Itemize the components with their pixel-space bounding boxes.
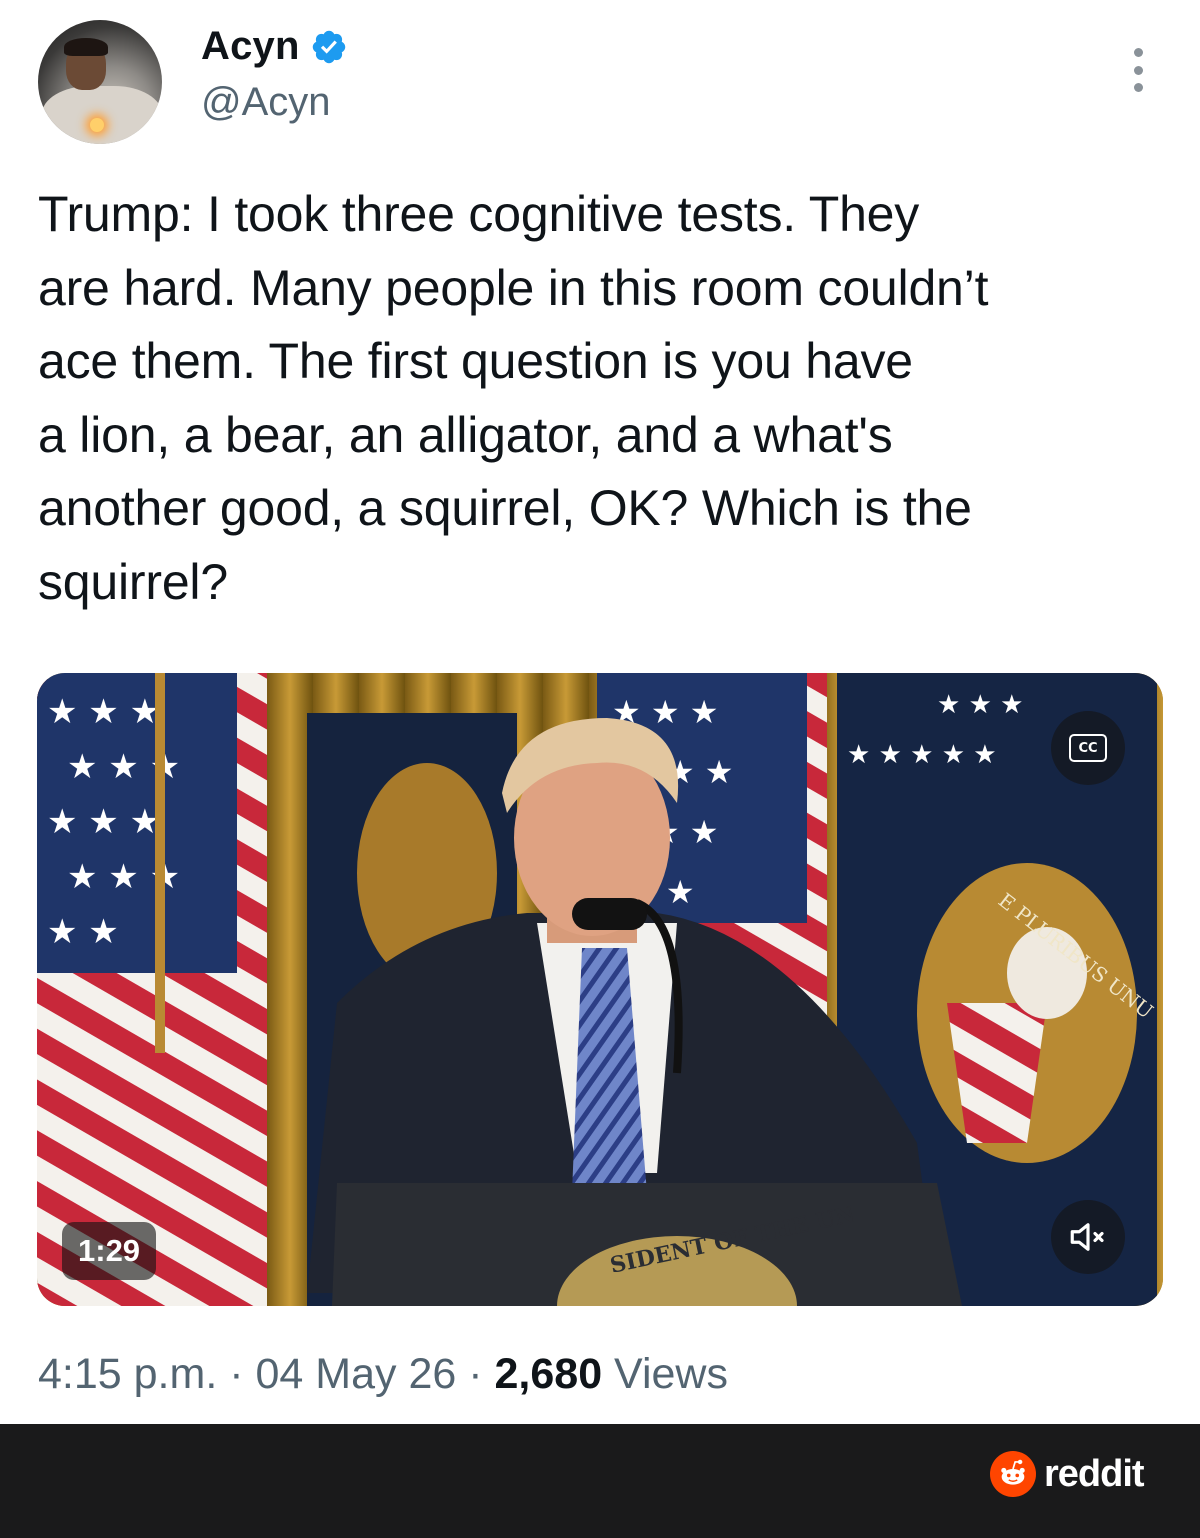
svg-text:★ ★ ★ ★ ★: ★ ★ ★ ★ ★ bbox=[847, 740, 997, 770]
verified-badge-icon bbox=[312, 30, 345, 63]
avatar-body bbox=[42, 86, 162, 144]
tweet-text: Trump: I took three cognitive tests. The… bbox=[38, 186, 989, 610]
tweet-meta: 4:15 p.m. · 04 May 26 · 2,680 Views bbox=[38, 1350, 728, 1399]
muted-speaker-icon bbox=[1070, 1223, 1104, 1251]
reddit-wordmark: reddit bbox=[1044, 1452, 1145, 1495]
watermark-footer: reddit bbox=[0, 1424, 1200, 1538]
reddit-logo: reddit bbox=[990, 1451, 1145, 1497]
avatar-light bbox=[90, 118, 104, 132]
mute-button[interactable] bbox=[1051, 1200, 1125, 1274]
author-avatar[interactable] bbox=[38, 20, 162, 144]
author-display-name[interactable]: Acyn bbox=[201, 24, 300, 69]
author-handle[interactable]: @Acyn bbox=[201, 80, 331, 125]
meta-separator: · bbox=[217, 1350, 256, 1398]
avatar-hair bbox=[64, 38, 108, 56]
meta-separator: · bbox=[456, 1350, 495, 1398]
video-frame: ★ ★ ★ ★ ★ ★ ★ ★ ★ ★ ★ ★ ★ ★ ★ ★ ★ ★ ★ ★ … bbox=[37, 673, 1163, 1306]
tweet-time[interactable]: 4:15 p.m. bbox=[38, 1350, 217, 1399]
video-duration-badge: 1:29 bbox=[62, 1222, 157, 1280]
views-label: Views bbox=[602, 1350, 728, 1398]
views-count: 2,680 bbox=[494, 1350, 603, 1398]
svg-text:★ ★ ★: ★ ★ ★ bbox=[47, 802, 160, 842]
captions-button[interactable]: CC bbox=[1051, 711, 1125, 785]
cc-icon: CC bbox=[1069, 734, 1107, 762]
svg-text:★ ★: ★ ★ bbox=[47, 912, 119, 952]
more-options-icon[interactable] bbox=[1126, 48, 1150, 92]
author-name-row: Acyn bbox=[201, 24, 348, 69]
tweet-date[interactable]: 04 May 26 bbox=[255, 1350, 456, 1399]
svg-text:★ ★ ★: ★ ★ ★ bbox=[47, 692, 160, 732]
svg-text:★ ★ ★: ★ ★ ★ bbox=[937, 690, 1023, 720]
video-player[interactable]: ★ ★ ★ ★ ★ ★ ★ ★ ★ ★ ★ ★ ★ ★ ★ ★ ★ ★ ★ ★ … bbox=[37, 673, 1163, 1306]
reddit-snoo-icon bbox=[990, 1451, 1036, 1497]
